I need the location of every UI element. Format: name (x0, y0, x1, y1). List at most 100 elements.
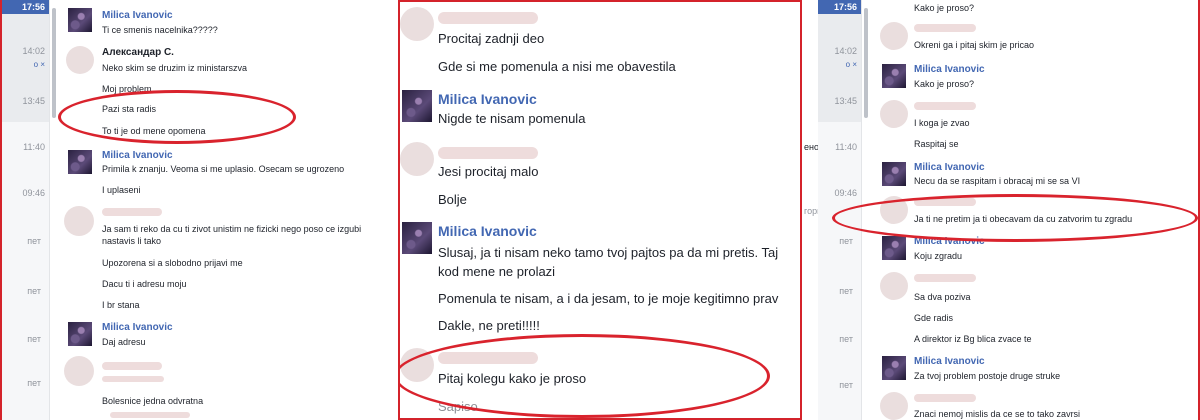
redacted-name (914, 102, 976, 110)
redacted-name (914, 394, 976, 402)
message-text: Moj problem (102, 84, 152, 94)
truncated-text: ено (804, 142, 819, 152)
message-text: Jesi procitaj malo (438, 164, 539, 179)
timestamp: пет (839, 236, 853, 246)
timestamp: 14:02 (834, 46, 857, 56)
message-text: Pitaj kolegu kako je proso (438, 371, 587, 386)
message-text: Gde radis (914, 313, 954, 323)
sender-name[interactable]: Milica Ivanovic (102, 322, 173, 333)
sender-name[interactable]: Milica Ivanovic (102, 150, 173, 161)
message-text: Dacu ti i adresu moju (102, 279, 187, 289)
redacted-name (438, 12, 538, 24)
avatar[interactable] (400, 7, 434, 41)
message-text: Kako je proso? (914, 3, 975, 13)
avatar[interactable] (880, 100, 908, 128)
avatar[interactable] (400, 142, 434, 176)
timestamp: 11:40 (835, 142, 857, 152)
timestamp: 11:40 (23, 142, 45, 152)
conversation-list-strip: 17:56 14:02 o × 13:45 11:40 09:46 пет пе… (818, 0, 862, 420)
left-chat-screenshot: 17:56 14:02 o × 13:45 11:40 09:46 пет пе… (0, 0, 400, 420)
timestamp: пет (839, 286, 853, 296)
sender-name[interactable]: Александар С. (102, 47, 174, 58)
message-text: Nigde te nisam pomenula (438, 111, 586, 126)
avatar[interactable] (400, 348, 434, 382)
avatar[interactable] (68, 150, 92, 174)
avatar[interactable] (882, 236, 906, 260)
header-time: 17:56 (818, 0, 861, 14)
sender-name[interactable]: Milica Ivanovic (438, 91, 537, 107)
avatar[interactable] (68, 322, 92, 346)
middle-chat-zoom: Procitaj zadnji deo Gde si me pomenula a… (398, 0, 802, 420)
sender-name[interactable]: Milica Ivanovic (438, 223, 537, 239)
timestamp: пет (27, 236, 41, 246)
avatar[interactable] (880, 196, 908, 224)
sender-name[interactable]: Milica Ivanovic (914, 356, 985, 367)
avatar[interactable] (66, 46, 94, 74)
message-text: I koga je zvao (914, 118, 970, 128)
header-time: 17:56 (0, 0, 49, 14)
message-text: Kako je proso? (914, 79, 975, 89)
redacted-name (914, 274, 976, 282)
message-text: Sa dva poziva (914, 292, 971, 302)
message-text: Za tvoj problem postoje druge struke (914, 371, 1061, 381)
message-text: Pazi sta radis (102, 104, 157, 114)
sender-name[interactable]: Milica Ivanovic (102, 10, 173, 21)
message-text: Upozorena si a slobodno prijavi me (102, 258, 243, 268)
timestamp: 09:46 (22, 188, 45, 198)
timestamp: пет (839, 334, 853, 344)
message-text: Primila k znanju. Veoma si me uplasio. O… (102, 164, 345, 174)
avatar[interactable] (68, 8, 92, 32)
message-text: A direktor iz Bg blica zvace te (914, 334, 1032, 344)
message-text: Daj adresu (102, 337, 146, 347)
scrollbar[interactable] (52, 8, 56, 118)
conversation-actions[interactable]: o × (34, 60, 45, 69)
conversation-actions[interactable]: o × (846, 60, 857, 69)
timestamp: 13:45 (22, 96, 45, 106)
timestamp: пет (27, 286, 41, 296)
timestamp: пет (27, 378, 41, 388)
message-text: I br stana (102, 300, 140, 310)
avatar[interactable] (402, 90, 432, 122)
redacted-name (102, 208, 162, 216)
redacted-name (438, 147, 538, 159)
avatar[interactable] (64, 206, 94, 236)
message-text: I uplaseni (102, 185, 141, 195)
timestamp: пет (839, 380, 853, 390)
timestamp: 09:46 (834, 188, 857, 198)
message-text: Ja ti ne pretim ja ti obecavam da cu zat… (914, 214, 1133, 224)
message-text: Bolje (438, 192, 467, 207)
redacted-name (438, 352, 538, 364)
message-text: Ja sam ti reko da cu ti zivot unistim ne… (102, 224, 362, 234)
message-text: Dakle, ne preti!!!!! (438, 318, 540, 333)
message-text: Raspitaj se (914, 139, 959, 149)
message-text: Ti ce smenis nacelnika????? (102, 25, 218, 35)
avatar[interactable] (880, 272, 908, 300)
avatar[interactable] (880, 392, 908, 420)
avatar[interactable] (882, 64, 906, 88)
sender-name[interactable]: Milica Ivanovic (914, 236, 985, 247)
avatar[interactable] (402, 222, 432, 254)
timestamp: пет (27, 334, 41, 344)
message-text: Znaci nemoj mislis da ce se to tako zavr… (914, 409, 1081, 419)
right-chat-screenshot: ено горп 17:56 14:02 o × 13:45 11:40 09:… (800, 0, 1200, 420)
avatar[interactable] (64, 356, 94, 386)
border-line (0, 0, 2, 420)
redacted-name (102, 362, 162, 370)
redacted-text (110, 412, 190, 418)
avatar[interactable] (880, 22, 908, 50)
message-text: Neko skim se druzim iz ministarszva (102, 63, 248, 73)
sender-name[interactable]: Milica Ivanovic (914, 162, 985, 173)
timestamp: 13:45 (834, 96, 857, 106)
message-text: Procitaj zadnji deo (438, 31, 545, 46)
message-text: Sapiso (438, 399, 478, 414)
sender-name[interactable]: Milica Ivanovic (914, 64, 985, 75)
message-text: kod mene ne prolazi (438, 264, 556, 279)
avatar[interactable] (882, 162, 906, 186)
message-text: Gde si me pomenula a nisi me obavestila (438, 59, 676, 74)
redacted-name (914, 24, 976, 32)
conversation-list-strip: 17:56 14:02 o × 13:45 11:40 09:46 пет пе… (0, 0, 50, 420)
redacted-name (102, 376, 164, 382)
avatar[interactable] (882, 356, 906, 380)
scrollbar[interactable] (864, 8, 868, 118)
redacted-name (914, 198, 976, 206)
